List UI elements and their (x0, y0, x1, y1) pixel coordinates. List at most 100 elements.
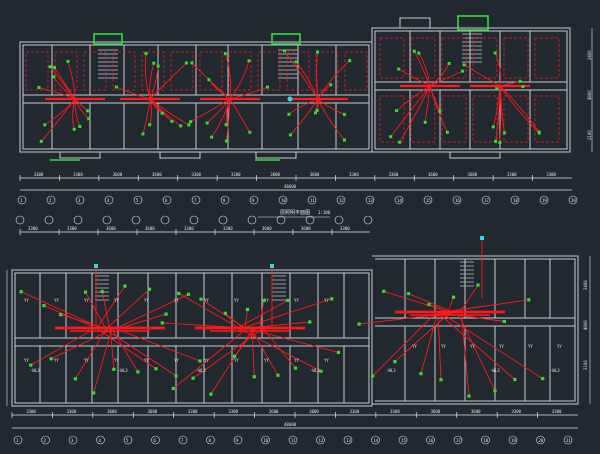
dimension-value: 3300 (507, 172, 517, 177)
room-tag: YY (144, 358, 149, 363)
light-fixture (283, 49, 286, 53)
axis-label: 18 (484, 438, 489, 443)
room-tag: YY (264, 298, 269, 303)
light-fixture (245, 307, 250, 311)
dimension-value: 4800 (587, 90, 592, 100)
light-fixture (493, 51, 497, 55)
light-fixture (114, 85, 118, 89)
upper-plan-scale: 1:100 (318, 210, 331, 215)
light-fixture (495, 87, 499, 91)
dimension-value: 2100 (583, 360, 588, 370)
light-fixture (141, 132, 145, 136)
light-fixture (393, 360, 397, 364)
light-fixture (148, 123, 152, 127)
dimension-value: 3600 (152, 172, 162, 177)
room-tag: YY (412, 344, 417, 349)
light-fixture (248, 130, 252, 134)
light-fixture (491, 125, 495, 129)
light-fixture (160, 111, 164, 115)
light-fixture (412, 49, 416, 53)
dimension-value: 3300 (223, 226, 233, 231)
light-fixture (336, 350, 341, 354)
light-fixture (439, 378, 443, 382)
riser-marker (480, 236, 484, 240)
light-fixture (398, 140, 402, 144)
dimension-value: 3300 (340, 226, 350, 231)
room-tag: YY (234, 298, 239, 303)
axis-label: 18 (513, 198, 518, 203)
axis-label: 10 (281, 198, 286, 203)
riser-marker (270, 264, 274, 268)
dimension-value: 3300 (390, 409, 400, 414)
dimension-value: 3300 (26, 409, 36, 414)
light-fixture (288, 133, 292, 137)
light-fixture (112, 367, 116, 371)
light-fixture (498, 140, 502, 144)
light-fixture (417, 51, 421, 55)
light-fixture (423, 120, 427, 124)
light-fixture (223, 52, 227, 56)
light-fixture (171, 386, 175, 391)
room-tag: YY (324, 298, 329, 303)
dimension-value: 3600 (113, 172, 123, 177)
room-tag: YY (294, 358, 299, 363)
dimension-value: 4800 (583, 320, 588, 330)
axis-label: 19 (511, 438, 516, 443)
cad-drawing-canvas[interactable]: 3300 3300 3600 3600 3300 3300 3600 3600 3300 3300… (0, 0, 600, 450)
light-fixture (315, 108, 319, 112)
cable-tag: -WL3 (386, 368, 396, 373)
light-fixture (154, 367, 158, 371)
light-fixture (73, 377, 77, 381)
dimension-value: 3300 (34, 172, 44, 177)
light-fixture (29, 363, 33, 367)
light-fixture (319, 369, 323, 373)
axis-label: 13 (346, 438, 351, 443)
light-fixture (518, 79, 522, 83)
axis-label: 21 (566, 438, 571, 443)
light-fixture (308, 320, 312, 324)
room-tag: YY (84, 358, 89, 363)
cable-tag: -WL3 (196, 368, 206, 373)
room-tag: YY (114, 358, 119, 363)
light-fixture (43, 123, 47, 127)
light-fixture (541, 377, 545, 381)
dimension-value: 3600 (301, 226, 311, 231)
dimension-value: 3600 (106, 226, 116, 231)
dimension-value: 3300 (511, 409, 521, 414)
lower-axis-bubbles: 1 2 3 4 5 6 7 8 9 10 11 12 13 14 15 16 17 18 19 20 21 (13, 435, 573, 445)
dimension-value: 3300 (228, 409, 238, 414)
light-fixture (189, 120, 193, 124)
dimension-value: 3300 (389, 172, 399, 177)
dimension-value: 3300 (67, 226, 77, 231)
room-tag: YY (114, 298, 119, 303)
dimension-value: 3600 (270, 172, 280, 177)
light-fixture (136, 370, 140, 374)
dimension-value: 3300 (191, 172, 201, 177)
room-tag: YY (470, 344, 475, 349)
light-fixture (66, 59, 70, 63)
room-tag: YY (441, 344, 446, 349)
axis-label: 20 (539, 438, 544, 443)
light-fixture (152, 61, 156, 65)
light-fixture (19, 290, 23, 294)
light-fixture (419, 372, 423, 376)
light-fixture (247, 59, 251, 63)
light-fixture (83, 290, 88, 294)
light-fixture (329, 83, 333, 87)
axis-label: 16 (429, 438, 434, 443)
light-fixture (445, 130, 449, 134)
light-fixture (186, 292, 191, 296)
light-fixture (225, 139, 228, 143)
dimension-value: 3300 (188, 409, 198, 414)
upper-total-dimension: 48600 (284, 184, 297, 189)
room-tag: YY (174, 358, 179, 363)
axis-label: 12 (319, 438, 324, 443)
light-fixture (147, 287, 152, 291)
upper-plan-title: 层照明平面图 (280, 210, 310, 216)
room-tag: YY (54, 298, 59, 303)
light-fixture (502, 319, 506, 324)
light-fixture (190, 61, 194, 65)
light-fixture (37, 86, 41, 90)
dimension-value: 3300 (184, 226, 194, 231)
light-fixture (406, 292, 410, 296)
